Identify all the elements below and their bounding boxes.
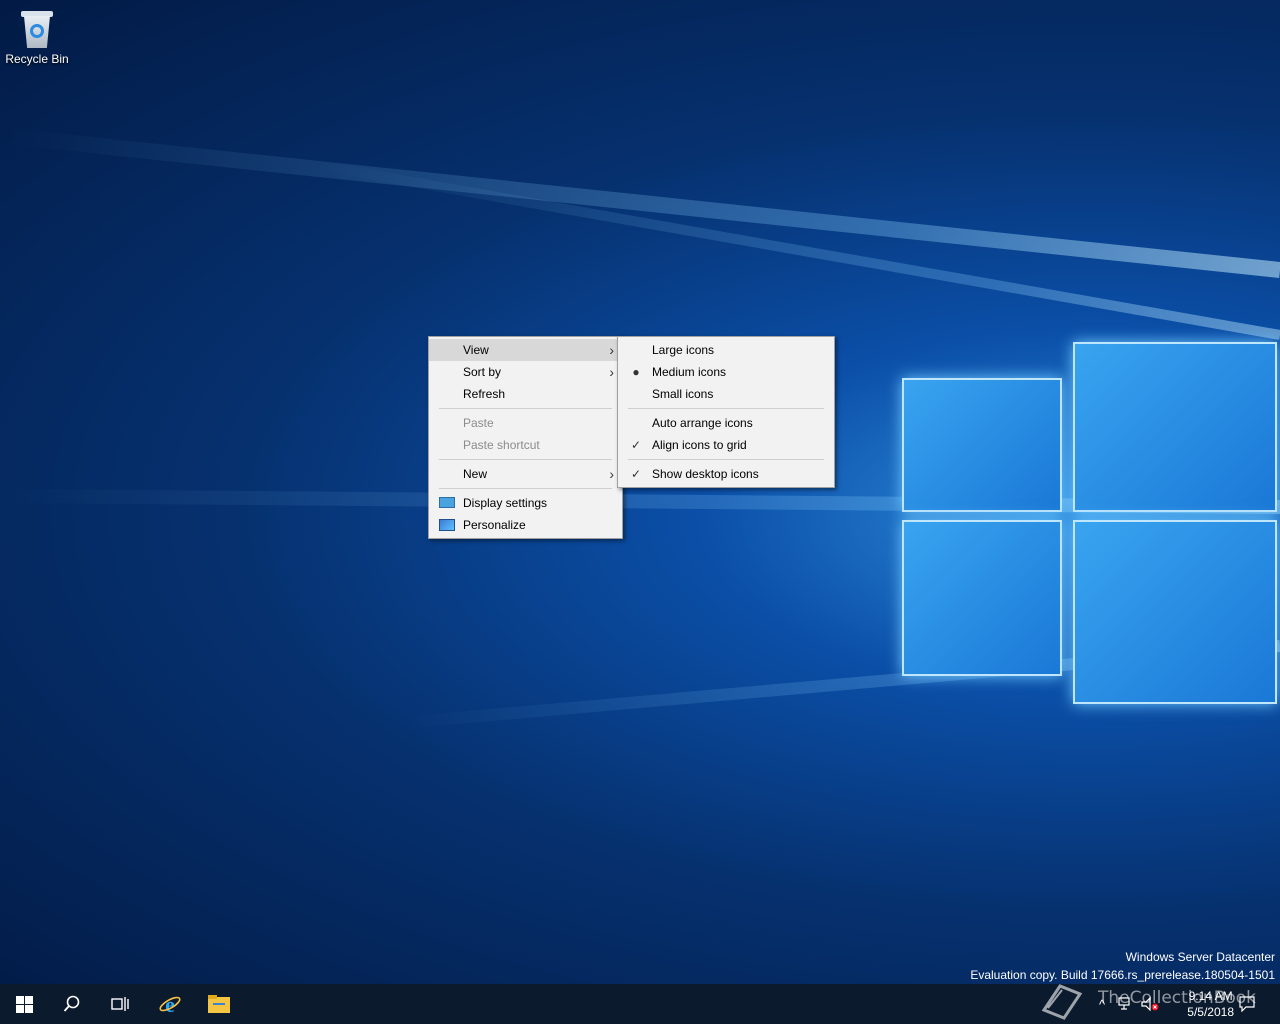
- menu-item-auto-arrange-icons[interactable]: Auto arrange icons: [618, 412, 834, 434]
- desktop-icon-recycle-bin[interactable]: Recycle Bin: [4, 8, 70, 66]
- recycle-bin-icon: [20, 8, 54, 48]
- menu-item-label: Personalize: [463, 518, 526, 532]
- file-explorer-icon: [208, 995, 230, 1013]
- internet-explorer-button[interactable]: e: [146, 984, 194, 1024]
- search-button[interactable]: [48, 984, 96, 1024]
- menu-separator: [439, 408, 612, 409]
- menu-item-sort-by[interactable]: Sort by ›: [429, 361, 622, 383]
- menu-item-label: Refresh: [463, 387, 506, 401]
- desktop-icon-label: Recycle Bin: [5, 52, 69, 66]
- menu-item-personalize[interactable]: Personalize: [429, 514, 622, 536]
- file-explorer-button[interactable]: [195, 984, 243, 1024]
- menu-item-paste-shortcut[interactable]: Paste shortcut: [429, 434, 622, 456]
- chevron-right-icon: ›: [609, 342, 614, 358]
- menu-item-medium-icons[interactable]: ● Medium icons: [618, 361, 834, 383]
- view-submenu: Large icons ● Medium icons Small icons A…: [617, 336, 835, 488]
- menu-item-label: Large icons: [652, 343, 715, 357]
- menu-item-show-desktop-icons[interactable]: ✓ Show desktop icons: [618, 463, 834, 485]
- book-logo-icon: [1041, 984, 1083, 1020]
- menu-item-label: Show desktop icons: [652, 467, 759, 481]
- menu-item-display-settings[interactable]: Display settings: [429, 492, 622, 514]
- desktop-context-menu: View › Sort by › Refresh Paste Paste sho…: [428, 336, 623, 539]
- taskbar: e ^ 9:14 AM 5/5/2018: [0, 984, 1280, 1024]
- menu-item-refresh[interactable]: Refresh: [429, 383, 622, 405]
- menu-item-label: Medium icons: [652, 365, 727, 379]
- menu-item-view[interactable]: View ›: [429, 339, 622, 361]
- personalize-icon: [439, 519, 455, 531]
- search-icon: [63, 995, 80, 1012]
- checkmark-icon: ✓: [630, 467, 642, 481]
- menu-item-label: Auto arrange icons: [652, 416, 753, 430]
- menu-item-label: View: [463, 343, 489, 357]
- menu-item-label: New: [463, 467, 488, 481]
- chevron-right-icon: ›: [609, 466, 614, 482]
- watermark-build: Evaluation copy. Build 17666.rs_prerelea…: [970, 968, 1275, 982]
- svg-text:e: e: [165, 992, 175, 1016]
- menu-separator: [439, 459, 612, 460]
- menu-item-small-icons[interactable]: Small icons: [618, 383, 834, 405]
- overlay-logo-text: TheCollectionBook: [1097, 988, 1256, 1008]
- menu-item-align-icons-to-grid[interactable]: ✓ Align icons to grid: [618, 434, 834, 456]
- menu-item-label: Paste shortcut: [463, 438, 540, 452]
- start-icon: [15, 995, 33, 1013]
- menu-item-label: Small icons: [652, 387, 714, 401]
- bullet-icon: ●: [632, 365, 640, 379]
- menu-item-paste[interactable]: Paste: [429, 412, 622, 434]
- chevron-right-icon: ›: [609, 364, 614, 380]
- menu-separator: [439, 488, 612, 489]
- desktop[interactable]: [0, 0, 1280, 984]
- menu-item-large-icons[interactable]: Large icons: [618, 339, 834, 361]
- task-view-icon: [111, 997, 129, 1011]
- menu-item-label: Sort by: [463, 365, 502, 379]
- internet-explorer-icon: e: [159, 992, 181, 1016]
- menu-separator: [628, 459, 824, 460]
- watermark-edition: Windows Server Datacenter: [1125, 950, 1275, 964]
- task-view-button[interactable]: [96, 984, 144, 1024]
- menu-item-label: Paste: [463, 416, 494, 430]
- menu-item-label: Display settings: [463, 496, 548, 510]
- checkmark-icon: ✓: [630, 438, 642, 452]
- menu-item-label: Align icons to grid: [652, 438, 747, 452]
- display-settings-icon: [439, 497, 455, 508]
- start-button[interactable]: [0, 984, 48, 1024]
- menu-separator: [628, 408, 824, 409]
- menu-item-new[interactable]: New ›: [429, 463, 622, 485]
